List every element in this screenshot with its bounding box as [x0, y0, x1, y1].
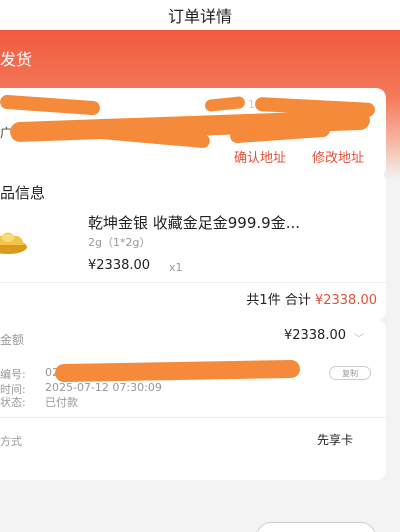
confirm-address-button[interactable]: 确认地址 — [234, 147, 286, 166]
goods-card: 品信息 乾坤金银 收藏金足金999.9金... 2g（1*2g） ¥2338.0… — [0, 172, 386, 320]
order-status-value: 已付款 — [45, 396, 78, 409]
goods-price: ¥2338.00 — [88, 258, 151, 273]
app-header: 订单详情 — [0, 0, 400, 30]
bottom-action-button[interactable] — [256, 522, 376, 532]
order-number-label: 编号: — [0, 368, 26, 381]
gold-ingot-image[interactable] — [0, 225, 28, 255]
total-row: 共1件 合计 ¥2338.00 — [246, 289, 377, 308]
copy-button[interactable]: 复制 — [329, 366, 371, 380]
page-title: 订单详情 — [167, 7, 232, 26]
goods-spec: 2g（1*2g） — [88, 236, 151, 249]
amount-value[interactable]: ¥2338.00 — [284, 328, 346, 343]
edit-address-button[interactable]: 修改地址 — [312, 147, 364, 166]
chevron-down-icon[interactable]: ﹀ — [354, 330, 364, 345]
order-info-card: 金额 ¥2338.00 ﹀ 编号: 02 复制 时间: 2025-07-12 0… — [0, 320, 386, 480]
amount-label: 金额 — [0, 333, 25, 347]
goods-quantity: x1 — [169, 261, 183, 274]
address-actions: 确认地址 修改地址 — [234, 147, 364, 166]
goods-section-title: 品信息 — [0, 184, 46, 202]
payment-method-value: 先享卡 — [316, 433, 353, 447]
order-status-label: 状态: — [0, 396, 26, 409]
divider — [0, 417, 386, 418]
divider — [0, 282, 386, 283]
total-price: ¥2338.00 — [314, 293, 377, 308]
order-time-value: 2025-07-12 07:30:09 — [45, 381, 162, 394]
total-prefix: 共1件 合计 — [246, 293, 311, 308]
payment-method-label: 方式 — [0, 435, 22, 448]
goods-name[interactable]: 乾坤金银 收藏金足金999.9金... — [88, 212, 300, 233]
order-status-text: 发货 — [0, 50, 33, 69]
